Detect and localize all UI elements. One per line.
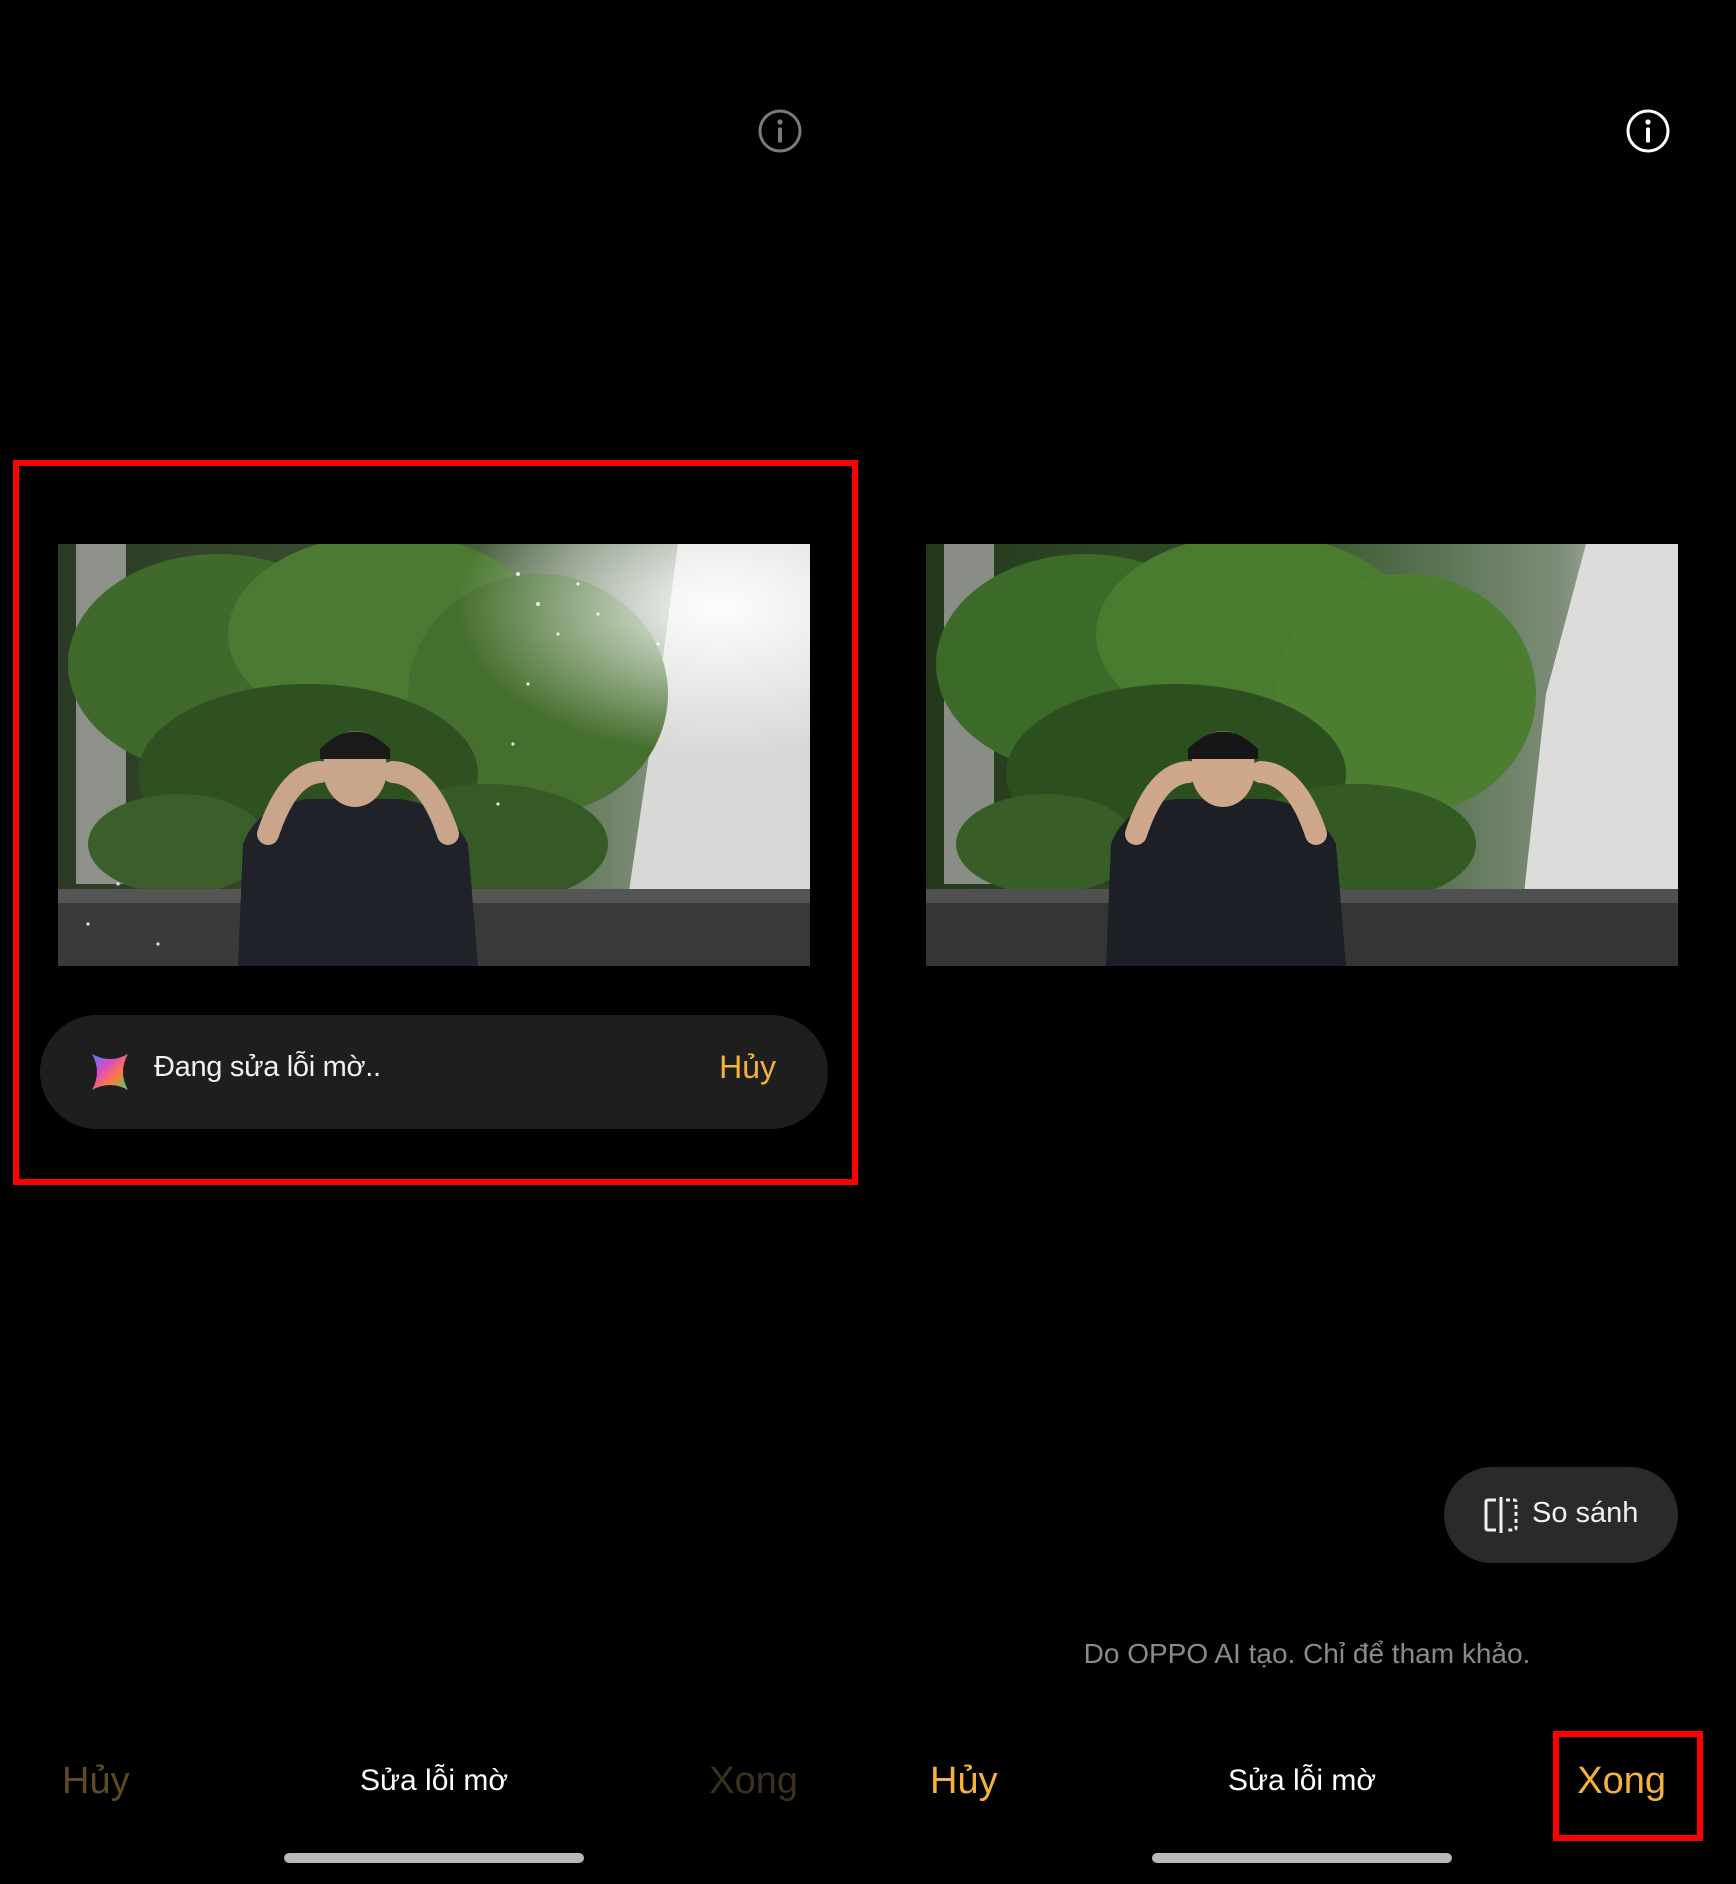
bottom-action-bar: Hủy Sửa lỗi mờ Xong [0,1752,868,1812]
info-icon[interactable] [1625,108,1671,154]
photo-preview [926,544,1678,966]
done-highlight-frame [1553,1731,1703,1841]
home-indicator[interactable] [284,1853,584,1863]
info-icon[interactable] [757,108,803,154]
right-screen: So sánh Do OPPO AI tạo. Chỉ để tham khảo… [868,0,1736,1884]
compare-label: So sánh [1532,1497,1639,1529]
compare-icon [1484,1497,1518,1533]
home-indicator[interactable] [1152,1853,1452,1863]
done-button[interactable]: Xong [709,1760,798,1803]
ai-disclaimer: Do OPPO AI tạo. Chỉ để tham khảo. [1083,1638,1531,1669]
highlight-frame [13,460,858,1185]
compare-button[interactable]: So sánh [1444,1467,1678,1563]
left-screen: Đang sửa lỗi mờ.. Hủy Hủy Sửa lỗi mờ Xon… [0,0,868,1884]
